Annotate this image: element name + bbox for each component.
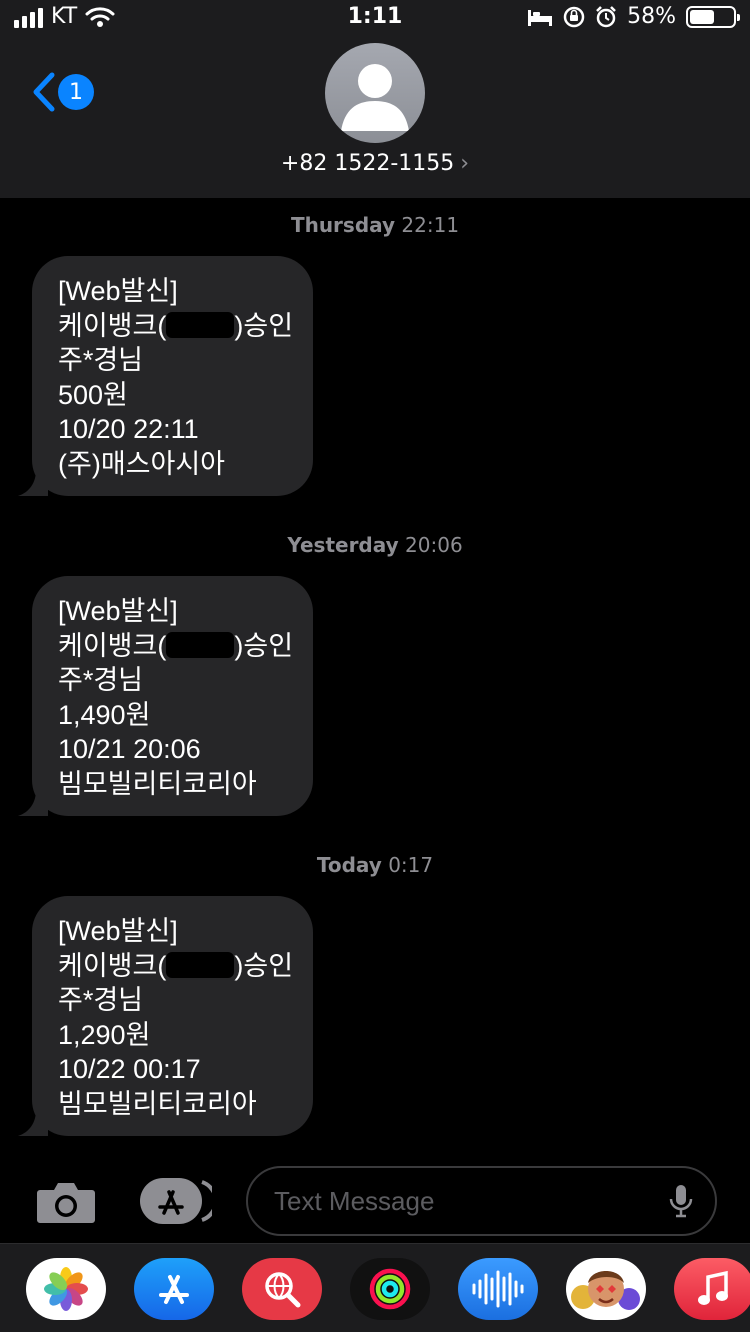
message-line: 빔모빌리티코리아: [58, 768, 257, 799]
microphone-icon[interactable]: [669, 1184, 693, 1218]
audio-messages-app-button[interactable]: [458, 1258, 538, 1320]
timestamp: Today 0:17: [316, 853, 434, 877]
message-line: [Web발신]: [58, 916, 178, 946]
message-line: 케이뱅크()승인: [58, 630, 294, 661]
orientation-lock-icon: [563, 6, 585, 27]
app-store-apps-icon[interactable]: [140, 1178, 212, 1224]
imessage-app-drawer: [0, 1243, 750, 1332]
message-line: 10/20 22:11: [58, 414, 199, 444]
app-store-icon: [159, 1275, 189, 1304]
redacted-block: [166, 631, 235, 658]
message-line: 주*경님: [58, 345, 144, 375]
redacted-block: [166, 951, 235, 978]
bubble-tail: [18, 470, 48, 496]
contact-avatar[interactable]: [325, 43, 425, 143]
memoji-icon: [571, 1271, 640, 1310]
chevron-right-icon: ›: [460, 151, 470, 176]
message-bubble[interactable]: [Web발신] 케이뱅크()승인 주*경님 1,490원 10/21 20:06…: [18, 576, 313, 816]
message-line: 케이뱅크()승인: [58, 310, 294, 341]
message-line: (주)매스아시아: [58, 448, 226, 479]
activity-app-button[interactable]: [350, 1258, 430, 1320]
battery-icon: [686, 5, 740, 28]
status-bar: KT 1:11 58%: [0, 0, 750, 36]
web-search-app-button[interactable]: [242, 1258, 322, 1320]
memoji-app-button[interactable]: [566, 1258, 646, 1320]
contact-number: +82 1522-1155: [280, 151, 455, 176]
camera-icon[interactable]: [36, 1180, 96, 1224]
message-line: 500원: [58, 379, 128, 410]
bubble-tail: [18, 1110, 48, 1136]
unread-badge: 1: [58, 74, 94, 110]
timestamp: Yesterday 20:06: [287, 533, 463, 557]
message-line: 10/22 00:17: [58, 1054, 201, 1084]
message-line: 10/21 20:06: [58, 734, 201, 764]
timestamp: Thursday 22:11: [290, 213, 460, 237]
music-app-button[interactable]: [674, 1258, 750, 1320]
message-bubble[interactable]: [Web발신] 케이뱅크()승인 주*경님 1,290원 10/22 00:17…: [18, 896, 313, 1136]
alarm-icon: [596, 5, 616, 27]
message-line: 주*경님: [58, 665, 144, 695]
message-line: [Web발신]: [58, 596, 178, 626]
message-line: [Web발신]: [58, 276, 178, 306]
chevron-left-icon: [33, 72, 55, 112]
message-composer: Text Message: [0, 1160, 750, 1242]
message-line: 빔모빌리티코리아: [58, 1088, 257, 1119]
message-bubble[interactable]: [Web발신] 케이뱅크()승인 주*경님 500원 10/20 22:11 (…: [18, 256, 313, 496]
app-store-app-button[interactable]: [134, 1258, 214, 1320]
back-button[interactable]: 1: [30, 72, 94, 112]
audio-waveform-icon: [472, 1270, 524, 1308]
sleep-bed-icon: [528, 9, 553, 26]
text-message-placeholder: Text Message: [274, 1186, 435, 1216]
photos-app-button[interactable]: [26, 1258, 106, 1320]
music-note-icon: [698, 1270, 728, 1305]
text-message-input[interactable]: Text Message: [246, 1166, 717, 1236]
search-web-icon: [265, 1272, 301, 1308]
person-silhouette-icon: [341, 64, 409, 131]
contact-name-button[interactable]: +82 1522-1155 ›: [0, 151, 750, 176]
redacted-block: [166, 311, 235, 338]
activity-icon: [369, 1268, 411, 1310]
message-line: 1,290원: [58, 1019, 151, 1050]
photos-icon: [44, 1267, 88, 1311]
bubble-tail: [18, 790, 48, 816]
message-line: 케이뱅크()승인: [58, 950, 294, 981]
battery-percentage: 58%: [627, 4, 676, 29]
message-line: 1,490원: [58, 699, 151, 730]
message-line: 주*경님: [58, 985, 144, 1015]
